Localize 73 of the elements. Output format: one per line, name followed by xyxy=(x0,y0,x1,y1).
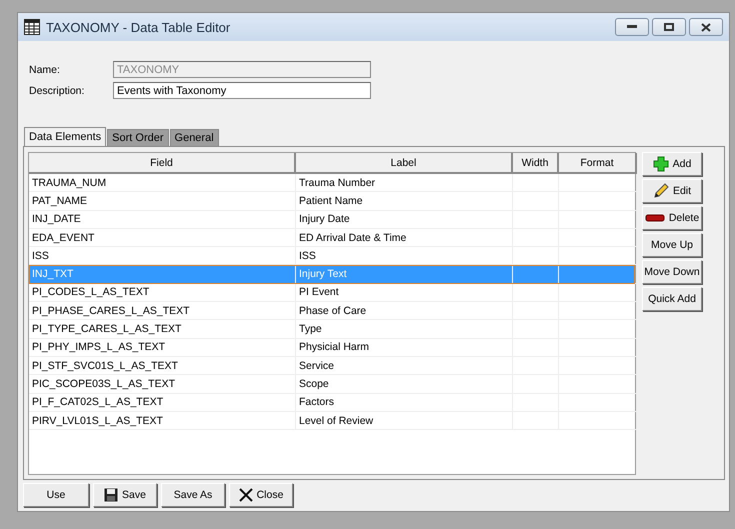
table-icon xyxy=(24,19,40,35)
table-cell: Service xyxy=(299,360,334,372)
table-cell: Injury Date xyxy=(299,213,350,226)
table-row[interactable]: PI_STF_SVC01S_L_AS_TEXT Service xyxy=(29,356,635,376)
minimize-icon xyxy=(627,25,637,29)
table-cell: PIC_SCOPE03S_L_AS_TEXT xyxy=(32,378,175,390)
table-cell: ISS xyxy=(32,250,49,262)
action-button[interactable]: Save xyxy=(93,483,157,507)
action-button[interactable]: Add xyxy=(642,152,702,176)
minimize-button[interactable] xyxy=(615,18,649,36)
field-label: Description: xyxy=(29,84,86,96)
action-button[interactable]: Delete xyxy=(642,206,702,230)
table-cell: Factors xyxy=(299,396,334,408)
column-header[interactable]: Format xyxy=(559,153,637,174)
window-title: TAXONOMY - Data Table Editor xyxy=(46,20,232,34)
table-row[interactable]: PI_PHY_IMPS_L_AS_TEXT Physicial Harm xyxy=(29,338,635,357)
table-cell: INJ_DATE xyxy=(32,213,81,226)
table-cell: PI_F_CAT02S_L_AS_TEXT xyxy=(32,396,164,408)
table-cell: INJ_TXT xyxy=(32,268,74,280)
table-row[interactable]: INJ_DATE Injury Date xyxy=(29,210,635,229)
table-cell: PI_CODES_L_AS_TEXT xyxy=(32,286,150,298)
table-row[interactable]: PI_F_CAT02S_L_AS_TEXT Factors xyxy=(29,394,635,412)
table-cell: ISS xyxy=(299,250,316,262)
action-button[interactable]: Move Up xyxy=(642,233,702,257)
table-row[interactable]: PI_CODES_L_AS_TEXT PI Event xyxy=(29,284,635,302)
tab[interactable]: Sort Order xyxy=(107,129,169,146)
close-icon xyxy=(238,488,253,502)
table-cell: PI Event xyxy=(299,286,339,298)
action-button[interactable]: Use xyxy=(23,483,89,507)
table-cell: Patient Name xyxy=(299,194,363,207)
table-cell: Trauma Number xyxy=(299,176,376,189)
pencil-icon xyxy=(652,183,669,199)
table-cell: Scope xyxy=(299,378,329,390)
column-header[interactable]: Field xyxy=(29,153,296,174)
close-icon xyxy=(701,22,711,32)
table-row[interactable]: TRAUMA_NUM Trauma Number xyxy=(29,174,635,192)
minus-icon xyxy=(644,214,665,222)
field-label: Name: xyxy=(29,64,61,76)
table-cell: Level of Review xyxy=(299,414,374,426)
table-cell: PAT_NAME xyxy=(32,194,88,207)
column-header[interactable]: Label xyxy=(296,153,513,174)
action-button[interactable]: Move Down xyxy=(642,260,702,284)
close-button[interactable] xyxy=(689,18,723,36)
tab[interactable]: General xyxy=(170,129,219,146)
description-field[interactable]: Events with Taxonomy xyxy=(113,82,371,99)
table-cell: EDA_EVENT xyxy=(32,232,94,244)
tab[interactable]: Data Elements xyxy=(24,127,106,146)
action-button[interactable]: Edit xyxy=(642,179,702,203)
table-cell: TRAUMA_NUM xyxy=(32,176,106,189)
table-cell: Physicial Harm xyxy=(299,341,370,354)
maximize-icon xyxy=(664,23,674,31)
table-cell: Type xyxy=(299,323,322,336)
table-cell: PI_PHY_IMPS_L_AS_TEXT xyxy=(32,341,166,354)
table-cell: PI_PHASE_CARES_L_AS_TEXT xyxy=(32,304,190,317)
table-row[interactable]: EDA_EVENT ED Arrival Date & Time xyxy=(29,228,635,248)
table-cell: PI_STF_SVC01S_L_AS_TEXT xyxy=(32,360,178,372)
save-icon xyxy=(104,488,118,502)
table-cell: Injury Text xyxy=(299,268,347,280)
table-row[interactable]: PI_PHASE_CARES_L_AS_TEXT Phase of Care xyxy=(29,302,635,320)
table-row[interactable]: PIC_SCOPE03S_L_AS_TEXT Scope xyxy=(29,375,635,394)
action-button[interactable]: Quick Add xyxy=(642,287,702,311)
table-cell: PI_TYPE_CARES_L_AS_TEXT xyxy=(32,323,182,336)
table-cell: Phase of Care xyxy=(299,304,366,317)
table-row[interactable]: PAT_NAME Patient Name xyxy=(29,192,635,211)
table-cell: PIRV_LVL01S_L_AS_TEXT xyxy=(32,414,163,426)
table-row[interactable]: PIRV_LVL01S_L_AS_TEXT Level of Review xyxy=(29,412,635,430)
maximize-button[interactable] xyxy=(652,18,686,36)
table-cell: ED Arrival Date & Time xyxy=(299,232,406,244)
column-header[interactable]: Width xyxy=(513,153,559,174)
action-button[interactable]: Close xyxy=(229,483,293,507)
plus-icon xyxy=(652,156,669,172)
action-button[interactable]: Save As xyxy=(161,483,225,507)
table-row[interactable]: PI_TYPE_CARES_L_AS_TEXT Type xyxy=(29,320,635,339)
